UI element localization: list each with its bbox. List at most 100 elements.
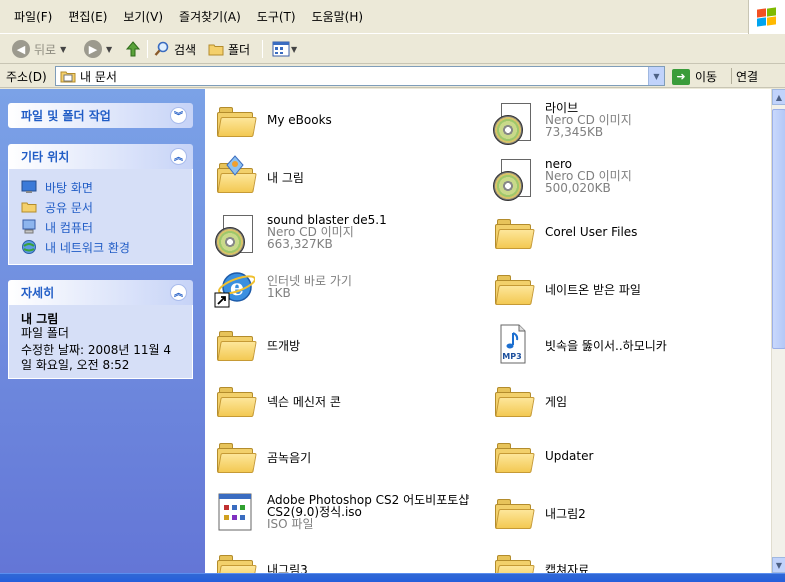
address-label: 주소(D) — [6, 70, 47, 84]
folders-button[interactable]: 폴더 — [208, 38, 250, 60]
network-icon — [22, 240, 36, 254]
menu-file[interactable]: 파일(F) — [6, 8, 60, 26]
menu-view[interactable]: 보기(V) — [115, 8, 171, 26]
address-dropdown-button[interactable]: ▼ — [648, 67, 664, 85]
file-item-nero-iso[interactable]: nero Nero CD 이미지 500,020KB — [487, 149, 757, 201]
toolbar-separator — [731, 68, 732, 84]
file-item-harmonica-mp3[interactable]: MP3 빗속을 뚫이서..하모니카 — [487, 317, 757, 369]
search-icon — [154, 41, 169, 56]
folder-icon — [491, 547, 535, 573]
file-folder-tasks-panel: 파일 및 폴더 작업 ︾ — [8, 103, 193, 128]
other-places-body: 바탕 화면 공유 문서 내 컴퓨터 내 네트워크 환경 — [8, 169, 193, 265]
details-modified-cont: 일 화요일, 오전 8:52 — [21, 358, 130, 372]
menu-bar: 파일(F) 편집(E) 보기(V) 즐겨찾기(A) 도구(T) 도움말(H) — [0, 0, 785, 34]
address-input[interactable]: 내 문서 ▼ — [55, 66, 665, 86]
search-button[interactable]: 검색 — [154, 38, 196, 60]
task-pane: 파일 및 폴더 작업 ︾ 기타 위치 ︽ 바탕 화면 공유 문서 내 컴퓨터 내… — [0, 89, 205, 582]
folder-icon — [491, 267, 535, 309]
link-my-network[interactable]: 내 네트워크 환경 — [21, 237, 182, 257]
file-item-sound-blaster-iso[interactable]: sound blaster de5.1 Nero CD 이미지 663,327K… — [209, 205, 479, 257]
toolbar-separator — [262, 40, 263, 58]
folder-icon — [213, 99, 257, 141]
folder-icon — [491, 211, 535, 253]
address-bar: 주소(D) 내 문서 ▼ ➜ 이동 연결 — [0, 64, 785, 88]
iso-file-icon — [213, 491, 255, 533]
desktop-icon — [21, 180, 37, 193]
taskbar — [0, 573, 785, 582]
folder-icon — [491, 435, 535, 477]
menu-tools[interactable]: 도구(T) — [249, 8, 304, 26]
folder-icon — [491, 491, 535, 533]
toolbar-separator — [147, 40, 148, 58]
file-item-my-ebooks[interactable]: My eBooks — [209, 93, 479, 145]
details-modified: 수정한 날짜: 2008년 11월 4 — [21, 343, 172, 357]
link-my-computer[interactable]: 내 컴퓨터 — [21, 217, 182, 237]
windows-logo-icon — [755, 7, 777, 28]
chevron-down-icon: ▼ — [106, 44, 113, 54]
back-button[interactable]: ◀ 뒤로 ▼ — [12, 38, 66, 60]
chevron-down-icon: ▼ — [60, 44, 67, 54]
svg-text:MP3: MP3 — [502, 352, 521, 361]
file-item-photoshop-iso[interactable]: Adobe Photoshop CS2 어도비포토샵 CS2(9.0)정식.is… — [209, 485, 479, 537]
file-folder-tasks-header[interactable]: 파일 및 폴더 작업 ︾ — [8, 103, 193, 128]
up-arrow-icon — [125, 41, 141, 57]
collapse-chevron-icon[interactable]: ︽ — [170, 284, 187, 301]
folder-icon — [491, 379, 535, 421]
file-item-capture-data[interactable]: 캡쳐자료 — [487, 541, 757, 573]
chevron-down-icon: ▼ — [291, 44, 298, 54]
folder-icon — [213, 323, 257, 365]
link-shared-documents[interactable]: 공유 문서 — [21, 197, 182, 217]
details-body: 내 그림 파일 폴더 수정한 날짜: 2008년 11월 4 일 화요일, 오전… — [8, 305, 193, 379]
go-button[interactable]: ➜ 이동 — [672, 68, 717, 85]
cd-image-icon — [213, 211, 255, 257]
menu-help[interactable]: 도움말(H) — [304, 8, 372, 26]
computer-icon — [22, 219, 36, 234]
forward-arrow-icon: ▶ — [84, 40, 102, 58]
go-arrow-icon: ➜ — [672, 68, 690, 85]
scroll-up-button[interactable]: ▲ — [772, 89, 785, 105]
mp3-icon: MP3 — [491, 323, 533, 365]
folder-icon — [213, 435, 257, 477]
other-places-header[interactable]: 기타 위치 ︽ — [8, 144, 193, 169]
details-header[interactable]: 자세히 ︽ — [8, 280, 193, 305]
file-item-nateon-received[interactable]: 네이트온 받은 파일 — [487, 261, 757, 313]
file-list: My eBooks 라이브 Nero CD 이미지 73,345KB 내 그림 … — [205, 89, 771, 573]
details-panel: 자세히 ︽ 내 그림 파일 폴더 수정한 날짜: 2008년 11월 4 일 화… — [8, 280, 193, 379]
folder-icon — [213, 547, 257, 573]
folder-icon — [213, 379, 257, 421]
link-desktop[interactable]: 바탕 화면 — [21, 177, 182, 197]
details-name: 내 그림 — [21, 312, 59, 326]
file-item-internet-shortcut[interactable]: e 인터넷 바로 가기 1KB — [209, 261, 479, 313]
up-folder-button[interactable] — [124, 38, 142, 60]
expand-chevron-icon[interactable]: ︾ — [170, 107, 187, 124]
file-item-games[interactable]: 게임 — [487, 373, 757, 425]
details-type: 파일 폴더 — [21, 326, 69, 340]
other-places-panel: 기타 위치 ︽ 바탕 화면 공유 문서 내 컴퓨터 내 네트워크 환경 — [8, 144, 193, 265]
cd-image-icon — [491, 155, 533, 201]
views-button[interactable]: ▼ — [272, 38, 297, 60]
scroll-down-button[interactable]: ▼ — [772, 557, 785, 573]
file-item-live-iso[interactable]: 라이브 Nero CD 이미지 73,345KB — [487, 93, 757, 145]
file-item-gom-recorder[interactable]: 곰녹음기 — [209, 429, 479, 481]
file-item-corel-user-files[interactable]: Corel User Files — [487, 205, 757, 257]
file-item-updater[interactable]: Updater — [487, 429, 757, 481]
shared-folder-icon — [21, 202, 37, 213]
file-item-my-pictures[interactable]: 내 그림 — [209, 149, 479, 201]
file-item-knitting-room[interactable]: 뜨개방 — [209, 317, 479, 369]
menu-edit[interactable]: 편집(E) — [60, 8, 115, 26]
scroll-thumb[interactable] — [772, 109, 785, 349]
back-arrow-icon: ◀ — [12, 40, 30, 58]
vertical-scrollbar[interactable]: ▲ ▼ — [771, 89, 785, 573]
folder-icon — [208, 44, 224, 56]
forward-button[interactable]: ▶ ▼ — [84, 38, 112, 60]
cd-image-icon — [491, 99, 533, 145]
menu-favorites[interactable]: 즐겨찾기(A) — [171, 8, 249, 26]
views-icon — [272, 41, 290, 57]
links-button[interactable]: 연결 — [736, 68, 758, 85]
my-documents-icon — [60, 71, 76, 83]
toolbar: ◀ 뒤로 ▼ ▶ ▼ 검색 폴더 ▼ — [0, 34, 785, 64]
file-item-my-pictures-2[interactable]: 내그림2 — [487, 485, 757, 537]
collapse-chevron-icon[interactable]: ︽ — [170, 148, 187, 165]
file-item-my-pictures-3[interactable]: 내그림3 — [209, 541, 479, 573]
file-item-nexon-messenger[interactable]: 넥슨 메신저 콘 — [209, 373, 479, 425]
